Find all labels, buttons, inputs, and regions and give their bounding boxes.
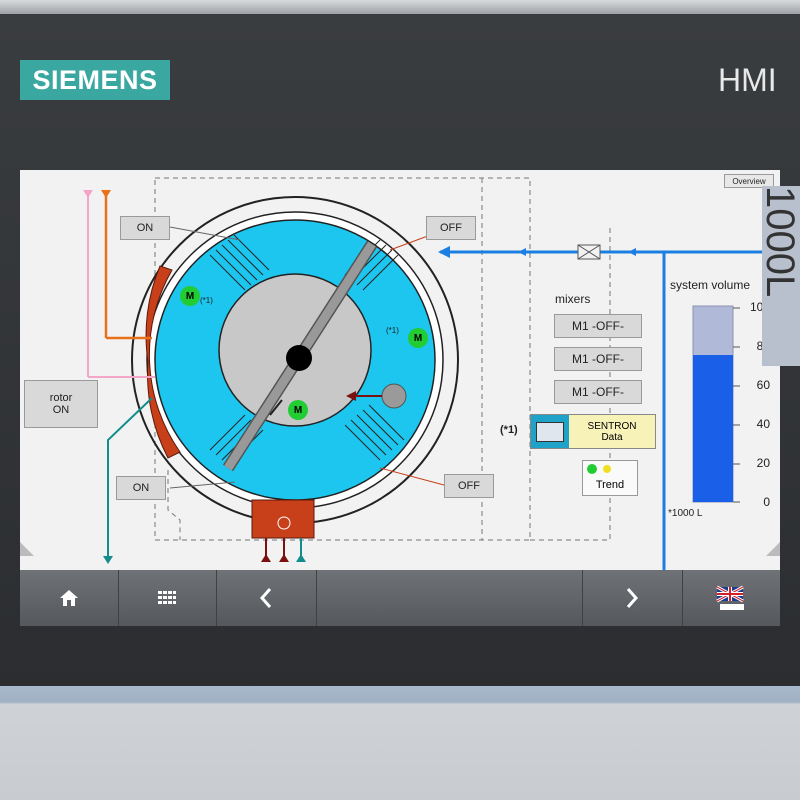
rotor-button[interactable]: rotor ON: [24, 380, 98, 428]
sentron-line1: SENTRON: [587, 420, 637, 432]
trend-button[interactable]: Trend: [582, 460, 638, 496]
sentron-device-icon: [531, 415, 569, 448]
off-button-top[interactable]: OFF: [426, 216, 476, 240]
rotor-button-line1: rotor: [49, 392, 73, 404]
uk-flag-icon: [716, 585, 744, 610]
volume-unit: *1000 L: [668, 508, 703, 519]
scale-label: 60: [756, 378, 770, 392]
side-label-panel: 1000L: [762, 186, 800, 366]
hmi-screen: M (*1) M (*1) M Overview ON OFF ON OFF r…: [20, 170, 780, 570]
motor-note: (*1): [386, 326, 399, 335]
chevron-right-icon: [626, 588, 639, 608]
sentron-note: (*1): [500, 424, 518, 436]
off-button-bottom[interactable]: OFF: [444, 474, 494, 498]
navigation-bar: [20, 570, 780, 626]
motor-icon[interactable]: M: [408, 328, 428, 348]
prev-button[interactable]: [216, 570, 317, 626]
scale-label: 0: [763, 495, 770, 509]
chevron-left-icon: [259, 588, 272, 608]
device-frame-bottom: [0, 686, 800, 800]
device-top-edge: [0, 0, 800, 14]
scale-label: 20: [756, 456, 770, 470]
menu-button[interactable]: [118, 570, 217, 626]
scale-label: 40: [756, 417, 770, 431]
hmi-label: HMI: [718, 62, 777, 98]
rotor-hub: [286, 345, 312, 371]
rotor-button-line2: ON: [52, 404, 70, 416]
nav-spacer: [316, 570, 583, 626]
probe: [381, 383, 407, 409]
status-yellow-icon: [603, 465, 611, 473]
motor-icon[interactable]: M: [180, 286, 200, 306]
next-button[interactable]: [582, 570, 683, 626]
mixer-button-3[interactable]: M1 -OFF-: [554, 380, 642, 404]
side-label: 1000L: [762, 186, 800, 298]
home-button[interactable]: [20, 570, 119, 626]
on-button-bottom[interactable]: ON: [116, 476, 166, 500]
trend-label: Trend: [595, 479, 625, 491]
home-icon: [60, 590, 78, 606]
volume-title: system volume: [670, 278, 751, 292]
volume-fill: [693, 355, 733, 502]
mixer-button-1[interactable]: M1 -OFF-: [554, 314, 642, 338]
language-button[interactable]: [682, 570, 780, 626]
on-button-top[interactable]: ON: [120, 216, 170, 240]
grid-icon: [158, 591, 176, 604]
siemens-logo: SIEMENS: [20, 60, 170, 100]
mixer-button-2[interactable]: M1 -OFF-: [554, 347, 642, 371]
status-green-icon: [587, 464, 597, 474]
sentron-button[interactable]: SENTRON Data: [530, 414, 656, 449]
drive-unit: [251, 499, 315, 539]
motor-note: (*1): [200, 296, 213, 305]
sentron-line2: Data: [601, 431, 623, 443]
mixers-label: mixers: [555, 292, 591, 306]
motor-icon[interactable]: M: [288, 400, 308, 420]
